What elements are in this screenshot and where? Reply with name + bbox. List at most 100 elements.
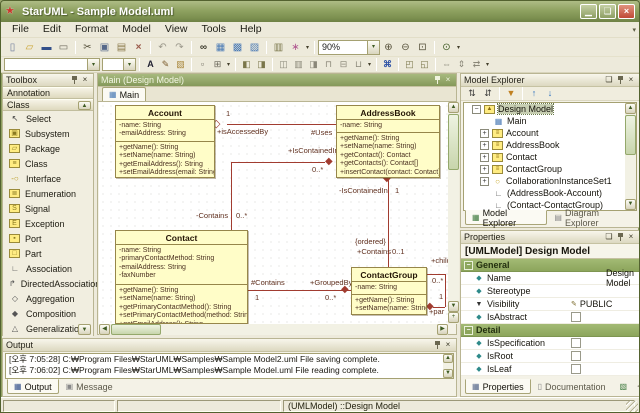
isroot-checkbox[interactable] bbox=[571, 351, 581, 361]
property-row-isabstract[interactable]: ◆ IsAbstract bbox=[461, 311, 639, 324]
zoom-fit-icon[interactable]: ⊡ bbox=[414, 40, 431, 55]
collapse-icon[interactable]: − bbox=[472, 105, 481, 114]
isspecification-checkbox[interactable] bbox=[571, 338, 581, 348]
close-icon[interactable]: × bbox=[626, 232, 636, 242]
pin-icon[interactable] bbox=[432, 75, 442, 85]
align-center-icon[interactable]: ▥ bbox=[291, 58, 306, 71]
resize-grip[interactable] bbox=[626, 401, 638, 413]
scroll-up-icon[interactable]: ▲ bbox=[448, 102, 459, 113]
canvas-vertical-scrollbar[interactable]: ▲ ▼ + bbox=[448, 102, 459, 324]
close-icon[interactable]: × bbox=[443, 340, 453, 350]
tree-item-addressbook[interactable]: + ≡ AddressBook bbox=[464, 139, 636, 151]
zoom-out-icon[interactable]: ⊖ bbox=[397, 40, 414, 55]
tab-attachments[interactable]: ▧ bbox=[613, 379, 638, 394]
delete-icon[interactable]: × bbox=[130, 40, 147, 55]
sort-alphabetic-icon[interactable]: ⇅ bbox=[464, 87, 480, 100]
pan-button[interactable]: + bbox=[448, 312, 459, 323]
options-icon[interactable]: ∗ bbox=[287, 40, 304, 55]
font-color-icon[interactable]: A bbox=[143, 58, 158, 71]
align-middle-icon[interactable]: ⊟ bbox=[336, 58, 351, 71]
bring-to-front-icon[interactable]: ◧ bbox=[239, 58, 254, 71]
layout-diagram-icon[interactable]: ⌘ bbox=[380, 58, 395, 71]
diagram-panel-header[interactable]: Main (Design Model) × bbox=[98, 74, 456, 87]
combo-arrow-icon[interactable]: ▾ bbox=[123, 59, 135, 70]
dropdown-arrow-icon[interactable]: ▾ bbox=[225, 61, 232, 68]
open-icon[interactable]: ▱ bbox=[21, 40, 38, 55]
expand-icon[interactable]: + bbox=[480, 165, 489, 174]
copy-icon[interactable]: ▣ bbox=[96, 40, 113, 55]
pin-icon[interactable] bbox=[615, 75, 625, 85]
menu-format[interactable]: Format bbox=[68, 22, 115, 37]
menu-model[interactable]: Model bbox=[115, 22, 158, 37]
isabstract-checkbox[interactable] bbox=[571, 312, 581, 322]
property-row-visibility[interactable]: ▼ Visibility ✎ PUBLIC bbox=[461, 298, 639, 311]
sort-type-icon[interactable]: ⇵ bbox=[480, 87, 496, 100]
scroll-up-icon[interactable]: ▲ bbox=[443, 354, 453, 363]
menu-edit[interactable]: Edit bbox=[36, 22, 68, 37]
isleaf-checkbox[interactable] bbox=[571, 364, 581, 374]
section-detail[interactable]: − Detail bbox=[461, 324, 639, 337]
scroll-up-icon[interactable]: ▲ bbox=[625, 103, 636, 114]
send-to-back-icon[interactable]: ◨ bbox=[254, 58, 269, 71]
toolbox-item-select[interactable]: ↖Select bbox=[3, 111, 93, 126]
tree-item-addressbook-account[interactable]: ∟ (AddressBook-Account) bbox=[464, 187, 636, 199]
fill-color-icon[interactable]: ▧ bbox=[173, 58, 188, 71]
save-icon[interactable]: ▬ bbox=[38, 40, 55, 55]
tab-properties[interactable]: ▦ Properties bbox=[465, 379, 531, 394]
property-row-isleaf[interactable]: ◆ IsLeaf bbox=[461, 363, 639, 376]
collapse-icon[interactable]: − bbox=[464, 261, 473, 270]
toolbox-section-class[interactable]: Class ▲ bbox=[3, 99, 93, 111]
class-contactgroup[interactable]: ContactGroup -name: String +getName(): S… bbox=[351, 267, 427, 315]
menu-file[interactable]: File bbox=[5, 22, 36, 37]
output-scrollbar[interactable]: ▲ ▼ bbox=[443, 354, 453, 378]
diagram-canvas[interactable]: ◇ ◆ ◆ ◆ ◆ 1 +isAccessedBy #Uses +IsConta… bbox=[99, 102, 448, 324]
font-size-combo[interactable]: ▾ bbox=[102, 58, 136, 71]
property-row-isroot[interactable]: ◆ IsRoot bbox=[461, 350, 639, 363]
move-up-icon[interactable]: ↑ bbox=[526, 87, 542, 100]
same-width-icon[interactable]: ⇔ bbox=[439, 58, 454, 71]
align-left-icon[interactable]: ◫ bbox=[276, 58, 291, 71]
association-contactgroup-self-line[interactable] bbox=[445, 274, 446, 307]
property-value[interactable]: Design Model bbox=[604, 268, 639, 288]
minimize-button[interactable]: ▁ bbox=[580, 4, 597, 19]
filter-icon[interactable]: ▼ bbox=[503, 87, 519, 100]
expand-icon[interactable]: + bbox=[480, 177, 489, 186]
line-color-icon[interactable]: ✎ bbox=[158, 58, 173, 71]
scroll-down-icon[interactable]: ▼ bbox=[443, 369, 453, 378]
dropdown-arrow-icon[interactable]: ▾ bbox=[455, 44, 462, 51]
class-contact[interactable]: Contact -name: String -primaryContactMet… bbox=[115, 230, 248, 324]
align-bottom-icon[interactable]: ⊔ bbox=[351, 58, 366, 71]
toolbox-item-directedassociation[interactable]: ↱DirectedAssociation bbox=[3, 276, 93, 291]
model-fragment-icon[interactable]: ▩ bbox=[229, 40, 246, 55]
scrollbar-thumb[interactable] bbox=[625, 115, 636, 155]
model-explorer-header[interactable]: Model Explorer ❏ × bbox=[461, 74, 639, 87]
float-icon[interactable]: ❏ bbox=[604, 75, 614, 85]
float-icon[interactable]: ❏ bbox=[604, 232, 614, 242]
association-contactgroup-self-line[interactable] bbox=[427, 274, 445, 275]
tab-main[interactable]: ▦ Main bbox=[102, 87, 146, 101]
add-diagram-icon[interactable]: ▦ bbox=[212, 40, 229, 55]
class-account[interactable]: Account -name: String -emailAddress: Str… bbox=[115, 105, 215, 178]
menu-view[interactable]: View bbox=[158, 22, 195, 37]
move-down-icon[interactable]: ↓ bbox=[542, 87, 558, 100]
ungroup-icon[interactable]: ◱ bbox=[417, 58, 432, 71]
expand-icon[interactable]: + bbox=[480, 129, 489, 138]
canvas-horizontal-scrollbar[interactable]: ◀ ▶ bbox=[99, 324, 448, 335]
dropdown-arrow-icon[interactable]: ▾ bbox=[366, 61, 373, 68]
tab-diagram-explorer[interactable]: ▤ Diagram Explorer bbox=[547, 210, 639, 225]
zoom-in-icon[interactable]: ⊕ bbox=[380, 40, 397, 55]
undo-icon[interactable]: ↶ bbox=[154, 40, 171, 55]
expand-icon[interactable]: + bbox=[480, 153, 489, 162]
documentation-icon[interactable]: ▥ bbox=[270, 40, 287, 55]
tree-item-contactgroup[interactable]: + ≡ ContactGroup bbox=[464, 163, 636, 175]
menu-tools[interactable]: Tools bbox=[194, 22, 233, 37]
dropdown-arrow-icon[interactable]: ▾ bbox=[484, 61, 491, 68]
tree-vertical-scrollbar[interactable]: ▲ ▼ bbox=[625, 103, 636, 210]
same-height-icon[interactable]: ⇕ bbox=[454, 58, 469, 71]
redo-icon[interactable]: ↷ bbox=[171, 40, 188, 55]
combo-arrow-icon[interactable]: ▾ bbox=[367, 41, 379, 54]
association-contact-contactgroup-line[interactable] bbox=[248, 290, 351, 291]
toolbox-item-aggregation[interactable]: ◇Aggregation bbox=[3, 291, 93, 306]
group-icon[interactable]: ◰ bbox=[402, 58, 417, 71]
tree-item-main[interactable]: ▦ Main bbox=[464, 115, 636, 127]
